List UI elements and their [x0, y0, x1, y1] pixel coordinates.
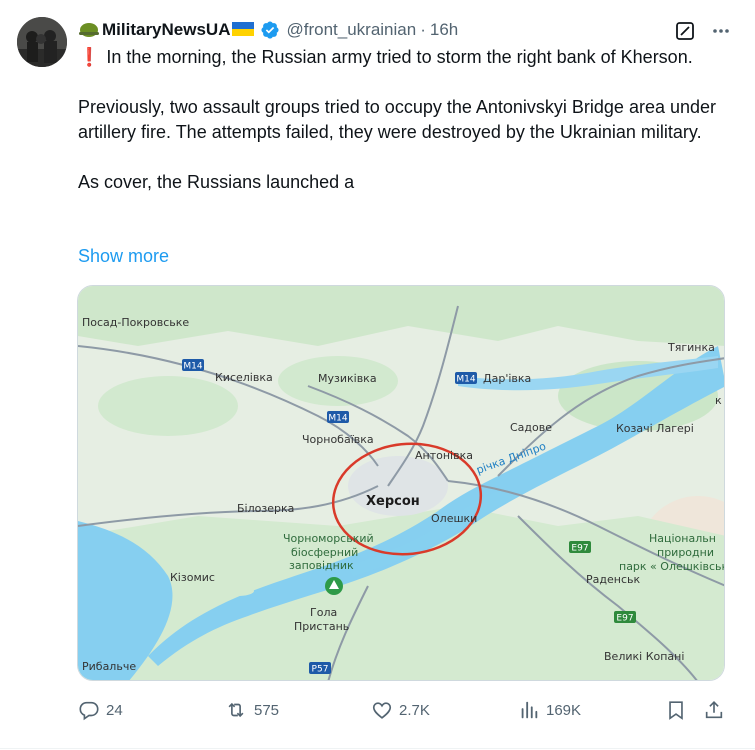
map-label-rybalche: Рибальче	[82, 660, 136, 673]
avatar[interactable]	[17, 17, 67, 67]
grok-icon[interactable]	[673, 19, 697, 43]
map-label-posad: Посад-Покровське	[82, 316, 189, 329]
tweet-time[interactable]: 16h	[430, 20, 458, 40]
like-button[interactable]: 2.7K	[371, 696, 430, 724]
map-label-reserve3: заповідник	[289, 559, 354, 572]
repost-button[interactable]: 575	[224, 696, 279, 724]
verified-badge-icon[interactable]	[260, 20, 280, 40]
bookmark-button[interactable]	[665, 696, 693, 724]
bookmark-icon	[669, 701, 683, 720]
map-label-bilozerka: Білозерка	[237, 502, 294, 515]
author-handle[interactable]: @front_ukrainian	[286, 20, 416, 40]
map-label-m14b: M14	[456, 375, 475, 385]
tweet-top-actions	[673, 19, 733, 43]
show-more-link[interactable]: Show more	[78, 246, 169, 267]
map-label-hola1: Гола	[310, 606, 337, 619]
share-icon	[705, 701, 723, 719]
display-name[interactable]: MilitaryNewsUA	[102, 20, 230, 40]
map-label-darivka: Дар'івка	[483, 372, 531, 385]
reply-button[interactable]: 24	[78, 696, 123, 724]
map-label-reserve2: біосферний	[291, 546, 358, 559]
tweet[interactable]: MilitaryNewsUA @front_ukrainian · 16h ❗ …	[0, 0, 755, 750]
map-label-e97a: E97	[571, 544, 588, 554]
tweet-line-1: ❗ In the morning, the Russian army tried …	[78, 45, 718, 70]
map-label-park1: Національн	[649, 532, 716, 545]
tweet-header: MilitaryNewsUA @front_ukrainian · 16h	[78, 17, 458, 43]
divider	[0, 748, 755, 749]
like-count: 2.7K	[399, 701, 430, 719]
reply-count: 24	[106, 701, 123, 719]
tweet-paragraph-2: Previously, two assault groups tried to …	[78, 97, 717, 142]
views-count: 169K	[546, 701, 582, 719]
map-label-hola2: Пристань	[294, 620, 349, 633]
more-icon[interactable]	[709, 19, 733, 43]
tweet-paragraph-1: In the morning, the Russian army tried t…	[106, 47, 693, 67]
map-label-antonivka: Антонівка	[415, 449, 473, 462]
map-image[interactable]: M14 M14 M14 E97 E97 P57 Посад-Покровське…	[77, 285, 725, 681]
map-label-kyselivka: Киселівка	[215, 371, 273, 384]
tweet-actions: 24 575 2.7K 169K	[78, 696, 728, 724]
map-label-kherson: Херсон	[366, 494, 420, 509]
repost-icon	[228, 702, 244, 718]
separator-dot: ·	[420, 20, 426, 39]
ukraine-flag-emoji	[231, 20, 255, 40]
repost-count: 575	[254, 701, 280, 719]
share-button[interactable]	[703, 696, 731, 724]
red-exclamation-icon: ❗	[78, 47, 101, 67]
map-label-m14c: M14	[328, 414, 347, 424]
map-label-p57: P57	[312, 665, 329, 675]
tweet-text: ❗ In the morning, the Russian army tried …	[78, 45, 718, 195]
views-button[interactable]: 169K	[518, 696, 581, 724]
map-label-arrow: к	[715, 394, 722, 407]
heart-icon	[372, 702, 392, 719]
map-label-sadove: Садове	[510, 421, 552, 434]
map-label-e97b: E97	[616, 614, 633, 624]
map-label-park3: парк « Олешківськ	[619, 560, 725, 573]
map-label-oleshky: Олешки	[431, 512, 477, 525]
military-helmet-emoji	[78, 20, 100, 40]
map-label-reserve1: Чорноморський	[283, 532, 374, 545]
map-label-park2: природни	[657, 546, 714, 559]
map-label-muzykivka: Музиківка	[318, 372, 377, 385]
map-label-velyki: Великі Копані	[604, 650, 684, 663]
views-chart-icon	[521, 701, 538, 719]
map-label-tyahynka: Тягинка	[667, 341, 715, 354]
map-label-chornobaivka: Чорнобаївка	[302, 433, 374, 446]
map-label-m14a: M14	[183, 362, 202, 372]
map-label-kizomys: Кізомис	[170, 571, 215, 584]
reply-icon	[79, 701, 99, 721]
map-label-radensk: Раденськ	[586, 573, 640, 586]
tweet-paragraph-3: As cover, the Russians launched a	[78, 172, 355, 192]
map-label-kozachi: Козачі Лагері	[616, 422, 694, 435]
